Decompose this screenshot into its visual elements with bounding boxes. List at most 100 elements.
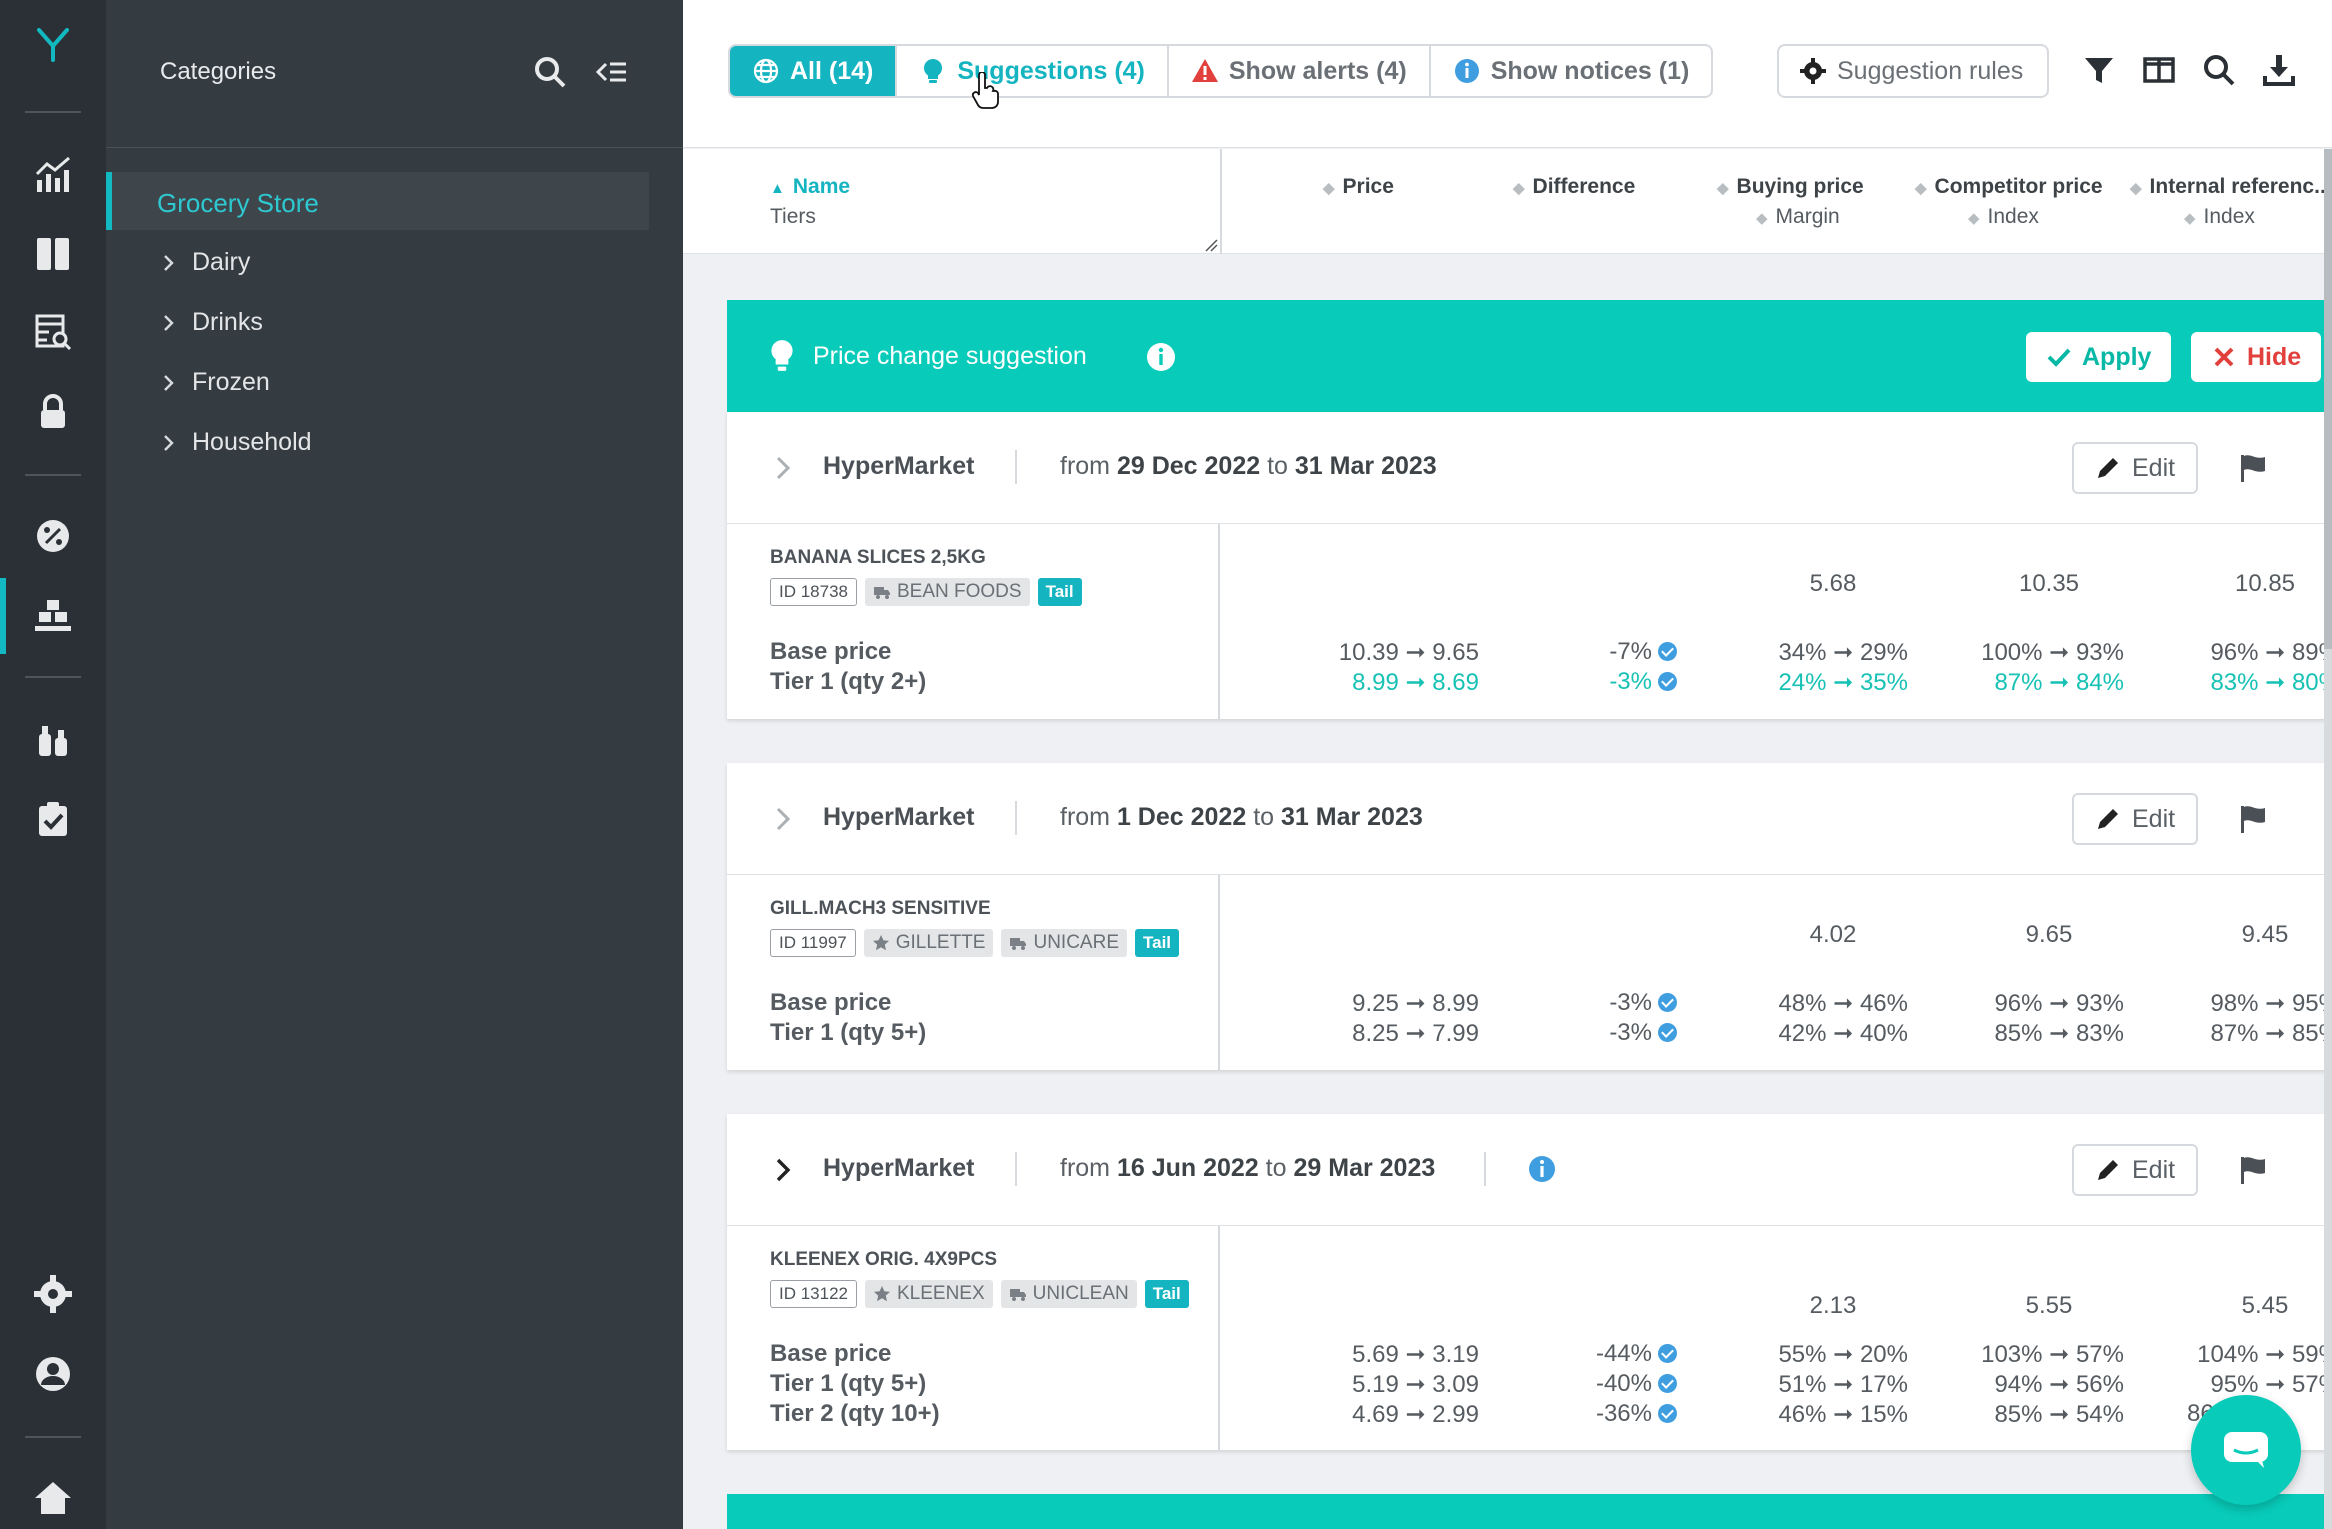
close-icon	[2214, 347, 2234, 367]
competitor-index-change: 100% ➞ 93%	[1981, 639, 2124, 666]
edit-button[interactable]: Edit	[2072, 442, 2198, 494]
name-column-header[interactable]: ▲ Name Tiers	[683, 149, 1222, 254]
reports-icon[interactable]	[25, 304, 81, 360]
competitor-index-change: 94% ➞ 56%	[1994, 1371, 2124, 1398]
info-icon[interactable]	[1527, 1154, 1557, 1184]
difference-header[interactable]: ◆ Difference	[1513, 175, 1635, 199]
filter-suggestions-button[interactable]: Suggestions (4)	[897, 46, 1169, 96]
sort-icon: ◆	[1323, 180, 1335, 197]
category-panel-header: Categories	[106, 0, 683, 148]
tail-badge: Tail	[1037, 578, 1082, 606]
category-item-drinks[interactable]: Drinks	[160, 308, 263, 337]
card-header: HyperMarket from 1 Dec 2022 to 31 Mar 20…	[727, 763, 2332, 875]
product-card: HyperMarket from 29 Dec 2022 to 31 Mar 2…	[727, 412, 2332, 719]
competitors-icon[interactable]	[25, 712, 81, 768]
collapse-panel-icon[interactable]	[594, 54, 630, 90]
date-range: from 29 Dec 2022 to 31 Mar 2023	[1060, 452, 1437, 480]
vertical-scrollbar[interactable]	[2324, 149, 2332, 1529]
settings-icon[interactable]	[25, 1266, 81, 1322]
margin-change: 48% ➞ 46%	[1778, 990, 1908, 1017]
category-root-grocery-store[interactable]: Grocery Store	[106, 172, 649, 230]
truck-icon	[1009, 1289, 1026, 1301]
hide-button[interactable]: Hide	[2191, 332, 2322, 382]
scrollbar-thumb[interactable]	[2324, 149, 2332, 649]
filter-icon[interactable]	[2081, 52, 2121, 92]
category-item-dairy[interactable]: Dairy	[160, 248, 250, 277]
category-item-label: Dairy	[192, 248, 251, 276]
chevron-right-icon[interactable]	[773, 805, 793, 833]
chat-button[interactable]	[2191, 1395, 2301, 1505]
icon-rail	[0, 0, 106, 1529]
next-suggestion-bar	[727, 1494, 2332, 1529]
margin-change: 55% ➞ 20%	[1778, 1341, 1908, 1368]
rail-divider	[25, 676, 81, 678]
chevron-right-icon[interactable]	[773, 1156, 793, 1184]
product-id-badge: ID 13122	[770, 1280, 857, 1308]
info-icon[interactable]	[1145, 341, 1177, 373]
competitor-price-value: 9.65	[2025, 921, 2073, 948]
edit-label: Edit	[2132, 453, 2176, 482]
suggestion-rules-button[interactable]: Suggestion rules	[1777, 44, 2049, 98]
columns-icon[interactable]	[25, 226, 81, 282]
filter-alerts-button[interactable]: Show alerts (4)	[1169, 46, 1431, 96]
name-header[interactable]: ▲ Name	[770, 175, 850, 199]
flag-icon[interactable]	[2237, 452, 2269, 484]
download-icon[interactable]	[2261, 52, 2301, 92]
flag-icon[interactable]	[2237, 803, 2269, 835]
pencil-icon	[2098, 458, 2118, 478]
edit-button[interactable]: Edit	[2072, 1144, 2198, 1196]
category-item-frozen[interactable]: Frozen	[160, 368, 270, 397]
logo-icon[interactable]	[25, 16, 81, 72]
filter-all-button[interactable]: All (14)	[730, 46, 898, 96]
edit-button[interactable]: Edit	[2072, 793, 2198, 845]
competitor-index-subheader[interactable]: ◆ Index	[1968, 205, 2039, 229]
tasks-icon[interactable]	[25, 792, 81, 848]
lock-icon[interactable]	[25, 384, 81, 440]
margin-change: 24% ➞ 35%	[1778, 669, 1908, 696]
internal-reference-header[interactable]: ◆ Internal referenc...	[2130, 175, 2332, 199]
pencil-icon	[2098, 1160, 2118, 1180]
category-item-household[interactable]: Household	[160, 428, 312, 457]
pencil-icon	[2098, 809, 2118, 829]
flag-icon[interactable]	[2237, 1154, 2269, 1186]
filter-notices-button[interactable]: Show notices (1)	[1431, 46, 1712, 96]
price-header[interactable]: ◆ Price	[1323, 175, 1394, 199]
competitor-price-value: 5.55	[2025, 1292, 2073, 1319]
competitor-price-header[interactable]: ◆ Competitor price	[1915, 175, 2103, 199]
analytics-icon[interactable]	[25, 148, 81, 204]
buying-price-header[interactable]: ◆ Buying price	[1717, 175, 1864, 199]
user-icon[interactable]	[25, 1346, 81, 1402]
price-change: 4.69 ➞ 2.99	[1352, 1401, 1479, 1428]
store-name: HyperMarket	[823, 1154, 975, 1182]
chevron-right-icon[interactable]	[773, 454, 793, 482]
date-range: from 1 Dec 2022 to 31 Mar 2023	[1060, 803, 1423, 831]
margin-subheader[interactable]: ◆ Margin	[1756, 205, 1840, 229]
price-change-suggestion-bar: Price change suggestion Apply Hide	[727, 300, 2332, 412]
internal-index-subheader[interactable]: ◆ Index	[2184, 205, 2255, 229]
discount-icon[interactable]	[25, 508, 81, 564]
gear-icon	[1800, 58, 1826, 84]
apply-button[interactable]: Apply	[2026, 332, 2172, 382]
check-circle-icon	[1658, 1374, 1677, 1393]
category-panel: Categories Grocery Store Dairy Drinks Fr…	[106, 0, 683, 1529]
card-body: KLEENEX ORIG. 4X9PCS ID 13122 KLEENEX UN…	[727, 1226, 2332, 1450]
sort-icon: ◆	[1513, 180, 1525, 197]
sort-ascending-icon: ▲	[770, 180, 785, 197]
product-info: GILL.MACH3 SENSITIVE ID 11997 GILLETTE U…	[727, 875, 1220, 1070]
divider	[1015, 801, 1017, 835]
products-icon[interactable]	[25, 588, 81, 644]
internal-index-change: 95% ➞ 57%	[2210, 1371, 2332, 1398]
tier-label: Base price	[770, 989, 892, 1016]
resize-handle-icon[interactable]	[1204, 238, 1218, 252]
margin-change: 46% ➞ 15%	[1778, 1401, 1908, 1428]
internal-index-change: 83% ➞ 80%	[2210, 669, 2332, 696]
check-circle-icon	[1658, 672, 1677, 691]
search-icon[interactable]	[2201, 52, 2241, 92]
main-content: All (14) Suggestions (4) Show alerts (4)…	[683, 0, 2332, 1529]
product-info: KLEENEX ORIG. 4X9PCS ID 13122 KLEENEX UN…	[727, 1226, 1220, 1450]
product-tags: ID 13122 KLEENEX UNICLEAN Tail	[770, 1280, 1189, 1308]
search-icon[interactable]	[532, 54, 568, 90]
columns-icon[interactable]	[2141, 52, 2181, 92]
chevron-right-icon	[164, 254, 174, 271]
home-icon[interactable]	[25, 1470, 81, 1526]
